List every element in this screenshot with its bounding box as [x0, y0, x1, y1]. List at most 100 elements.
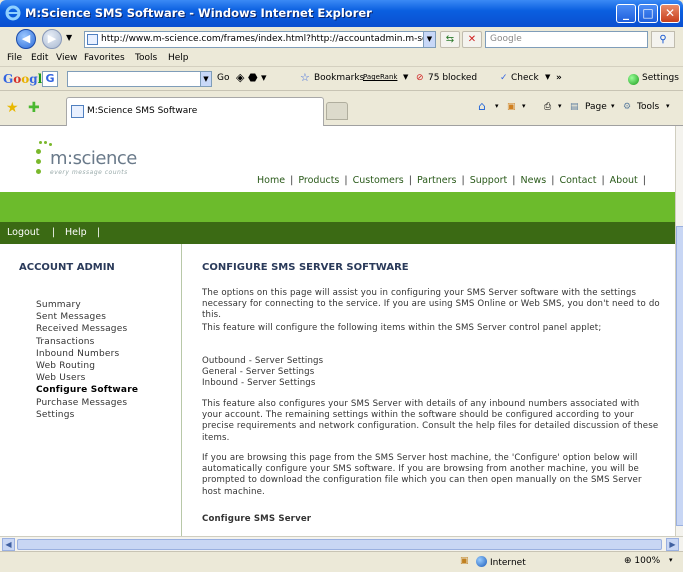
- feeds-dropdown-icon[interactable]: ▾: [522, 102, 526, 110]
- sidebar-item-transactions[interactable]: Transactions: [36, 336, 138, 348]
- sidebar-item-inbound-numbers[interactable]: Inbound Numbers: [36, 348, 138, 360]
- nav-products[interactable]: Products: [298, 175, 339, 186]
- zone-label: Internet: [490, 558, 526, 568]
- print-icon[interactable]: ⎙: [544, 102, 551, 112]
- menu-file[interactable]: File: [7, 53, 22, 63]
- status-bar: ▣ Internet ⊕ 100% ▾: [0, 551, 683, 572]
- sidebar-item-received-messages[interactable]: Received Messages: [36, 323, 138, 335]
- sidebar-item-purchase-messages[interactable]: Purchase Messages: [36, 397, 138, 409]
- nav-about[interactable]: About: [610, 175, 638, 186]
- security-zone[interactable]: Internet: [476, 556, 526, 568]
- search-button[interactable]: ⚲: [651, 31, 675, 48]
- zoom-dropdown-icon[interactable]: ▾: [669, 556, 673, 564]
- window-title: M:Science SMS Software - Windows Interne…: [25, 6, 372, 20]
- google-search-dropdown[interactable]: ▼: [200, 71, 212, 87]
- menu-view[interactable]: View: [56, 53, 77, 63]
- nav-support[interactable]: Support: [470, 175, 508, 186]
- check-dropdown-icon[interactable]: ▼: [545, 73, 550, 81]
- tab-page-icon: [71, 105, 84, 118]
- scroll-left-button[interactable]: ◀: [2, 538, 15, 551]
- add-favorite-icon[interactable]: ✚: [28, 100, 40, 116]
- nav-home[interactable]: Home: [257, 175, 285, 186]
- menu-tools[interactable]: Tools: [135, 53, 157, 63]
- minimize-button[interactable]: _: [616, 4, 636, 23]
- nav-news[interactable]: News: [521, 175, 547, 186]
- pagerank-button[interactable]: PageRank: [363, 73, 397, 81]
- bookmarks-button[interactable]: Bookmarks: [314, 73, 364, 83]
- toolbar-more-button[interactable]: »: [556, 73, 562, 83]
- site-top-nav: Home | Products | Customers | Partners |…: [257, 175, 646, 186]
- nav-contact[interactable]: Contact: [559, 175, 596, 186]
- menu-bar: File Edit View Favorites Tools Help: [0, 51, 683, 67]
- sidebar-item-summary[interactable]: Summary: [36, 299, 138, 311]
- google-search-input[interactable]: [67, 71, 210, 87]
- nav-customers[interactable]: Customers: [353, 175, 404, 186]
- vertical-scroll-thumb[interactable]: [676, 226, 683, 526]
- tools-gear-icon: ⚙: [623, 102, 632, 112]
- site-header: m:science every message counts Home | Pr…: [0, 126, 675, 186]
- tools-dropdown-icon[interactable]: ▾: [666, 102, 670, 110]
- address-field[interactable]: http://www.m-science.com/frames/index.ht…: [84, 31, 436, 48]
- page-dropdown-icon[interactable]: ▾: [611, 102, 615, 110]
- popup-blocked-count[interactable]: 75 blocked: [428, 73, 477, 83]
- tab-label: M:Science SMS Software: [87, 106, 198, 116]
- config-item: Outbound - Server Settings: [202, 356, 324, 366]
- sidebar-item-web-users[interactable]: Web Users: [36, 372, 138, 384]
- history-dropdown-icon[interactable]: ▼: [66, 33, 72, 42]
- sidebar-item-sent-messages[interactable]: Sent Messages: [36, 311, 138, 323]
- stop-button[interactable]: ✕: [462, 31, 482, 48]
- popup-blocker-icon: ⊘: [416, 73, 424, 83]
- address-dropdown-button[interactable]: ▼: [423, 31, 436, 48]
- settings-button[interactable]: Settings: [642, 73, 679, 83]
- help-link[interactable]: Help: [65, 227, 87, 238]
- config-item: General - Server Settings: [202, 367, 315, 377]
- internet-globe-icon: [476, 556, 487, 567]
- pagerank-dropdown-icon[interactable]: ▼: [403, 73, 408, 81]
- address-toolbar: ◀ ▶ ▼ http://www.m-science.com/frames/in…: [0, 27, 683, 51]
- settings-icon: [628, 74, 639, 85]
- home-dropdown-icon[interactable]: ▾: [495, 102, 499, 110]
- sidebar-item-web-routing[interactable]: Web Routing: [36, 360, 138, 372]
- refresh-button[interactable]: ⇆: [440, 31, 460, 48]
- favorites-star-icon[interactable]: ★: [6, 100, 19, 116]
- scroll-right-button[interactable]: ▶: [666, 538, 679, 551]
- google-tools-icon[interactable]: ◈ ⬣ ▾: [236, 71, 267, 84]
- zoom-value: 100%: [634, 556, 661, 566]
- new-tab-button[interactable]: [326, 102, 348, 120]
- spellcheck-button[interactable]: Check: [511, 73, 539, 83]
- menu-help[interactable]: Help: [168, 53, 189, 63]
- google-toolbar: Google G ▼ Go ◈ ⬣ ▾ ☆ Bookmarks PageRank…: [0, 67, 683, 91]
- vertical-scrollbar[interactable]: [675, 126, 683, 536]
- menu-favorites[interactable]: Favorites: [84, 53, 125, 63]
- close-window-button[interactable]: ✕: [660, 4, 680, 23]
- tab-msci-sms[interactable]: M:Science SMS Software: [66, 97, 324, 126]
- page-menu-button[interactable]: Page: [585, 102, 607, 112]
- zoom-level[interactable]: ⊕ 100%: [624, 556, 660, 566]
- horizontal-scrollbar[interactable]: ◀ ▶: [0, 536, 683, 551]
- logout-link[interactable]: Logout: [7, 227, 40, 238]
- feature-paragraph: This feature will configure the followin…: [202, 323, 602, 333]
- horizontal-scroll-thumb[interactable]: [17, 539, 662, 550]
- home-icon[interactable]: ⌂: [478, 99, 486, 113]
- configure-sms-server-heading: Configure SMS Server: [202, 514, 312, 524]
- forward-button[interactable]: ▶: [42, 29, 62, 49]
- sidebar-item-settings[interactable]: Settings: [36, 409, 138, 421]
- inbound-paragraph: This feature also configures your SMS Se…: [202, 399, 659, 443]
- google-go-button[interactable]: Go: [217, 73, 229, 83]
- back-button[interactable]: ◀: [16, 29, 36, 49]
- tab-bar: ★ ✚ M:Science SMS Software ⌂ ▾ ▣ ▾ ⎙ ▾ ▤…: [0, 91, 683, 126]
- site-logo[interactable]: m:science: [50, 148, 137, 169]
- maximize-button[interactable]: □: [638, 4, 658, 23]
- feeds-icon[interactable]: ▣: [507, 102, 516, 112]
- search-input[interactable]: Google: [485, 31, 648, 48]
- sidebar-item-configure-software[interactable]: Configure Software: [36, 384, 138, 396]
- green-banner: [0, 192, 675, 222]
- intro-paragraph: The options on this page will assist you…: [202, 288, 660, 321]
- google-g-icon[interactable]: G: [42, 71, 58, 87]
- host-machine-paragraph: If you are browsing this page from the S…: [202, 453, 642, 497]
- print-dropdown-icon[interactable]: ▾: [558, 102, 562, 110]
- bookmarks-star-icon: ☆: [300, 71, 310, 84]
- tools-menu-button[interactable]: Tools: [637, 102, 659, 112]
- menu-edit[interactable]: Edit: [31, 53, 48, 63]
- nav-partners[interactable]: Partners: [417, 175, 456, 186]
